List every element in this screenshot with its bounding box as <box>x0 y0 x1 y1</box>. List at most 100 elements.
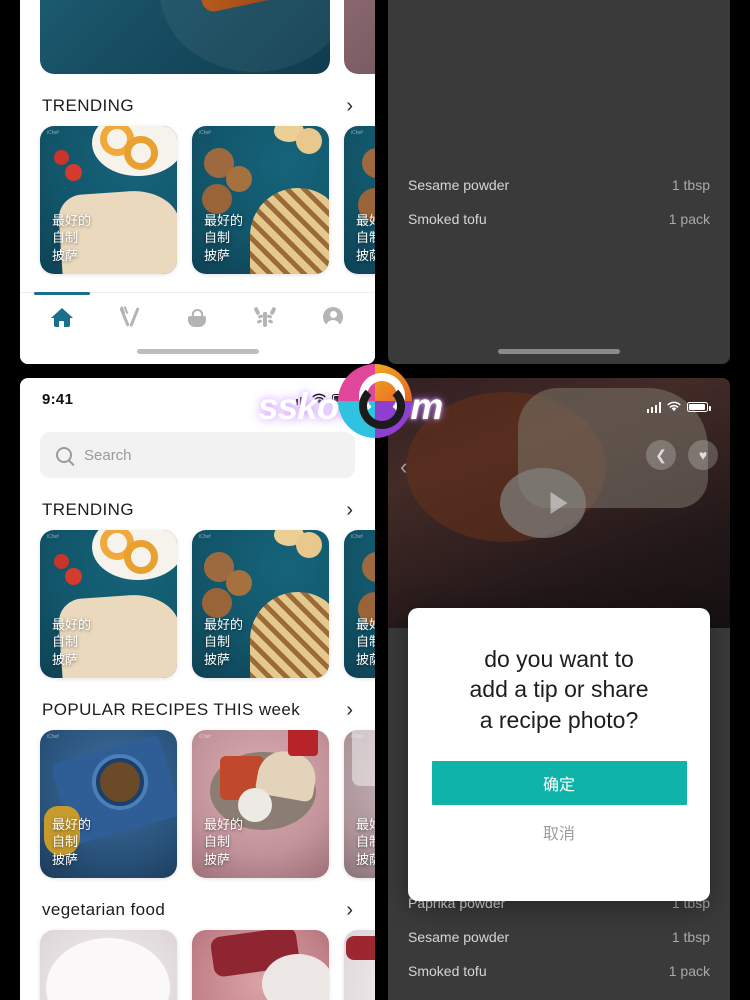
card-label: 最好的自制披萨 <box>204 617 244 667</box>
ingredient-name: Smoked tofu <box>408 211 487 227</box>
recipe-card[interactable] <box>192 930 329 1000</box>
ingredient-qty: 1 tbsp <box>671 177 710 193</box>
chevron-right-icon[interactable]: › <box>346 900 353 920</box>
chevron-left-icon[interactable]: ‹ <box>400 454 407 480</box>
phone-panel-recipe-detail: ‹ ❮ ♥ Paprika powder 1 tbsp Sesame powde… <box>388 378 730 1000</box>
recipe-card[interactable]: iChef 最好的自制披萨 <box>192 126 329 274</box>
card-label: 最好的自制披萨 <box>52 213 92 263</box>
recipe-card[interactable] <box>344 930 375 1000</box>
ingredient-row: Smoked tofu 1 pack <box>408 202 710 236</box>
recipe-card[interactable] <box>40 930 177 1000</box>
card-tag: iChef <box>47 534 59 540</box>
recipe-card[interactable]: iChef 最好的自制披萨 <box>344 730 375 878</box>
phone-panel-reaction: Sesame powder 1 tbsp Smoked tofu 1 pack … <box>388 0 730 364</box>
dialog-message-line-1: do you want to <box>484 646 634 672</box>
section-header-trending: TRENDING › <box>20 478 375 530</box>
card-label: 最好的自制披萨 <box>204 213 244 263</box>
ingredient-qty: 1 pack <box>668 211 710 227</box>
tab-recipes[interactable] <box>118 305 142 328</box>
dialog-message-line-3: a recipe photo? <box>479 706 639 733</box>
card-label: 最好的自制披萨 <box>356 213 375 263</box>
card-tag: iChef <box>199 734 211 740</box>
ingredient-row: Sesame powder 1 tbsp <box>408 920 710 954</box>
card-label: 最好的自制披萨 <box>52 817 92 867</box>
screenshot-root: 自制披萨 最好 TRENDING › iChef 最好的自制披萨 <box>0 0 750 1000</box>
chevron-right-icon[interactable]: › <box>346 700 353 720</box>
ingredient-name: Sesame powder <box>408 177 510 193</box>
wifi-icon <box>667 401 681 412</box>
section-title: POPULAR RECIPES THIS week <box>42 700 301 719</box>
recipe-card[interactable]: iChef 最好的自制披萨 <box>40 126 177 274</box>
section-title: vegetarian food <box>42 900 166 919</box>
heart-icon[interactable]: ♥ <box>688 440 718 470</box>
share-icon[interactable]: ❮ <box>646 440 676 470</box>
search-placeholder: Search <box>84 446 132 464</box>
recipe-card[interactable]: iChef 最好的自制披萨 <box>344 126 375 274</box>
tab-home[interactable] <box>50 306 74 328</box>
signal-bars-icon <box>646 401 661 413</box>
dialog-message-line-2: add a tip or share <box>469 676 649 703</box>
recipe-card[interactable]: iChef 最好的自制披萨 <box>344 530 375 678</box>
card-row-trending[interactable]: iChef 最好的自制披萨 iChef 最好的自制披萨 iChef 最好的自制披… <box>20 126 375 274</box>
tab-seafood[interactable] <box>253 306 277 328</box>
hero-card-1[interactable]: 最好 <box>344 0 375 74</box>
section-header-trending: TRENDING › <box>20 74 375 126</box>
wifi-icon <box>312 393 326 404</box>
status-time: 9:41 <box>42 390 74 408</box>
ingredient-row: Smoked tofu 1 pack <box>408 954 710 988</box>
card-label: 最好的自制披萨 <box>52 617 92 667</box>
search-icon <box>56 447 72 463</box>
card-tag: iChef <box>199 534 211 540</box>
recipe-card[interactable]: iChef 最好的自制披萨 <box>40 730 177 878</box>
phone-panel-home-full: 9:41 Search TRENDING › iChef 最好的 自制 披萨 i… <box>20 378 375 1000</box>
ingredient-name: Sesame powder <box>408 929 510 945</box>
ingredient-qty: 1 pack <box>668 963 710 979</box>
card-row-vegetarian[interactable] <box>20 930 375 1000</box>
tip-dialog[interactable]: do you want to add a tip or share a reci… <box>408 608 710 901</box>
dialog-message: do you want to add a tip or share a reci… <box>469 644 648 735</box>
card-label: 最好的自制披萨 <box>356 617 375 667</box>
card-tag: iChef <box>199 130 211 136</box>
section-title: TRENDING <box>42 96 134 115</box>
card-label: 最好的自制披萨 <box>356 817 375 867</box>
chevron-right-icon[interactable]: › <box>346 96 353 116</box>
card-tag: iChef <box>351 534 363 540</box>
ingredient-list-top: Sesame powder 1 tbsp Smoked tofu 1 pack <box>388 168 730 236</box>
hero-card-0[interactable]: 自制披萨 <box>40 0 330 74</box>
section-header-popular: POPULAR RECIPES THIS week › <box>20 678 375 730</box>
phone-panel-home-top: 自制披萨 最好 TRENDING › iChef 最好的自制披萨 <box>20 0 375 364</box>
card-row-trending[interactable]: iChef 最好的自制披萨 iChef 最好的自制披萨 iChef 最好的自制披… <box>20 530 375 678</box>
cancel-button[interactable]: 取消 <box>432 815 687 849</box>
tab-profile[interactable] <box>321 306 345 328</box>
card-label: 最好的自制披萨 <box>204 817 244 867</box>
card-tag: iChef <box>47 130 59 136</box>
card-tag: iChef <box>47 734 59 740</box>
ingredient-name: Smoked tofu <box>408 963 487 979</box>
recipe-card[interactable]: iChef 最好的自制披萨 <box>40 530 177 678</box>
tab-indicator <box>34 292 90 295</box>
search-input[interactable]: Search <box>40 432 355 478</box>
card-tag: iChef <box>351 130 363 136</box>
card-row-popular[interactable]: iChef 最好的自制披萨 iChef 最好的自制披萨 iChef 最好的自制披… <box>20 730 375 878</box>
signal-bars-icon <box>291 393 306 405</box>
hero-carousel[interactable]: 自制披萨 最好 <box>20 0 375 74</box>
recipe-card[interactable]: iChef 最好的自制披萨 <box>192 730 329 878</box>
recipe-hero-image: ‹ ❮ ♥ <box>388 378 730 628</box>
card-tag: iChef <box>351 734 363 740</box>
play-icon[interactable] <box>550 492 568 514</box>
chevron-right-icon[interactable]: › <box>346 500 353 520</box>
home-indicator <box>136 349 259 354</box>
confirm-button[interactable]: 确定 <box>431 761 687 806</box>
bottom-tab-bar[interactable] <box>20 292 375 364</box>
battery-icon <box>687 402 711 412</box>
ingredient-list: Paprika powder 1 tbsp Sesame powder 1 tb… <box>388 886 730 988</box>
account-icon <box>323 307 344 327</box>
ingredient-qty: 1 tbsp <box>671 929 710 945</box>
status-bar <box>388 386 730 428</box>
recipe-card[interactable]: iChef 最好的自制披萨 <box>192 530 329 678</box>
home-indicator <box>498 349 620 354</box>
ingredient-row: Sesame powder 1 tbsp <box>408 168 710 202</box>
section-header-vegetarian: vegetarian food › <box>20 878 375 930</box>
section-title: TRENDING <box>42 500 134 519</box>
tab-basket[interactable] <box>185 306 209 328</box>
